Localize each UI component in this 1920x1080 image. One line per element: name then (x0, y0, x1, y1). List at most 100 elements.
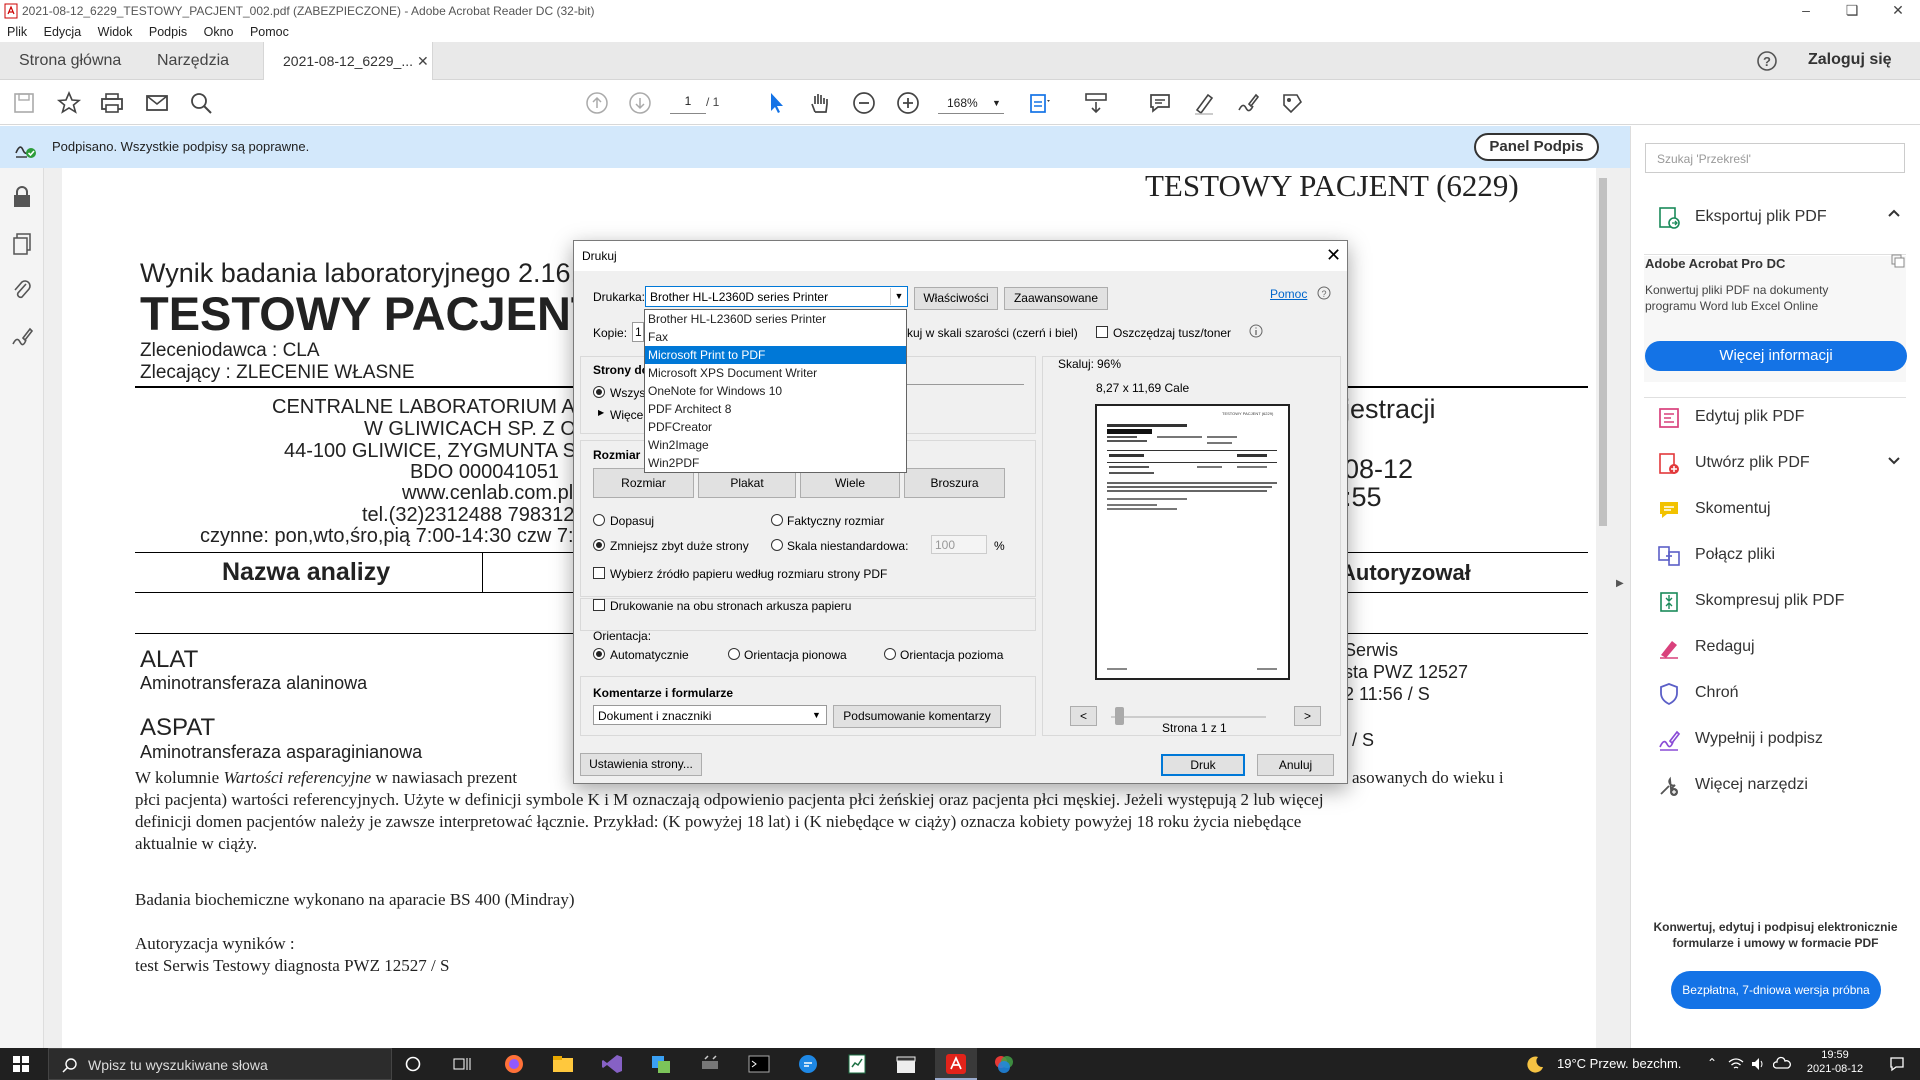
spreadsheet-icon[interactable] (846, 1053, 868, 1075)
select-cursor-icon[interactable] (763, 90, 789, 116)
chevron-up-icon[interactable] (1887, 208, 1901, 218)
tab-document[interactable]: 2021-08-12_6229_... ✕ (263, 42, 433, 81)
attachment-icon[interactable] (11, 278, 33, 302)
maximize-button[interactable]: ❏ (1829, 0, 1875, 22)
minimize-button[interactable]: – (1783, 0, 1829, 22)
page-setup-button[interactable]: Ustawienia strony... (580, 753, 702, 776)
onedrive-cloud-icon[interactable] (1773, 1056, 1791, 1072)
file-explorer-icon[interactable] (552, 1054, 574, 1074)
properties-button[interactable]: Właściwości (914, 287, 998, 310)
zoom-select[interactable]: 168% ▼ (938, 94, 1004, 114)
tab-tools[interactable]: Narzędzia (138, 42, 248, 80)
custom-scale-radio[interactable] (771, 539, 783, 551)
close-tab-icon[interactable]: ✕ (417, 42, 429, 80)
zoom-out-icon[interactable] (851, 90, 877, 116)
fill-sign-tool[interactable]: Wypełnij i podpisz (1657, 720, 1917, 760)
summarize-comments-button[interactable]: Podsumowanie komentarzy (833, 705, 1001, 728)
comments-select[interactable]: Dokument i znaczniki ▼ (593, 705, 827, 725)
menu-sign[interactable]: Podpis (149, 25, 187, 39)
comment-icon[interactable] (1147, 90, 1173, 116)
tool-app-icon[interactable] (699, 1053, 721, 1075)
expand-right-icon[interactable]: ▶ (1616, 578, 1624, 589)
login-link[interactable]: Zaloguj się (1808, 51, 1892, 69)
printer-option[interactable]: Win2Image (645, 436, 906, 454)
more-info-button[interactable]: Więcej informacji (1645, 341, 1907, 371)
print-icon[interactable] (99, 90, 125, 116)
menu-file[interactable]: Plik (7, 25, 27, 39)
comment-tool[interactable]: Skomentuj (1657, 490, 1917, 530)
printer-option[interactable]: OneNote for Windows 10 (645, 382, 906, 400)
printer-option[interactable]: Fax (645, 328, 906, 346)
shrink-radio[interactable] (593, 539, 605, 551)
menu-help[interactable]: Pomoc (250, 25, 289, 39)
compress-pdf-tool[interactable]: Skompresuj plik PDF (1657, 582, 1917, 622)
preview-slider-track[interactable] (1111, 716, 1266, 718)
volume-icon[interactable] (1750, 1056, 1766, 1072)
printer-option[interactable]: PDF Architect 8 (645, 400, 906, 418)
printer-select[interactable]: Brother HL-L2360D series Printer ▼ (645, 286, 908, 307)
combine-files-tool[interactable]: Połącz pliki (1657, 536, 1917, 576)
more-tools[interactable]: Więcej narzędzi (1657, 766, 1917, 806)
tools-search-input[interactable]: Szukaj 'Przekreśl' (1645, 143, 1905, 173)
acrobat-taskbar-button[interactable] (935, 1048, 977, 1080)
vertical-scrollbar[interactable] (1596, 168, 1610, 1048)
edit-pdf-tool[interactable]: Edytuj plik PDF (1657, 398, 1917, 438)
taskbar-clock[interactable]: 19:59 2021-08-12 (1800, 1049, 1870, 1075)
orientation-auto-radio[interactable] (593, 648, 605, 660)
search-icon[interactable] (188, 90, 214, 116)
print-button[interactable]: Druk (1161, 754, 1245, 776)
dialog-close-icon[interactable]: ✕ (1326, 245, 1341, 266)
help-link[interactable]: Pomoc (1270, 287, 1307, 301)
booklet-button[interactable]: Broszura (904, 468, 1005, 498)
protect-tool[interactable]: Chroń (1657, 674, 1917, 714)
orientation-landscape-radio[interactable] (884, 648, 896, 660)
advanced-button[interactable]: Zaawansowane (1004, 287, 1108, 310)
create-pdf-tool[interactable]: Utwórz plik PDF (1657, 444, 1917, 484)
chat-app-icon[interactable] (797, 1053, 819, 1075)
firefox-icon[interactable] (503, 1053, 525, 1075)
pages-all-radio[interactable] (593, 386, 605, 398)
fit-page-icon[interactable] (1027, 90, 1053, 116)
free-trial-button[interactable]: Bezpłatna, 7-dniowa wersja próbna (1671, 971, 1881, 1009)
lock-icon[interactable] (11, 185, 33, 209)
copies-input[interactable]: 1 (632, 322, 644, 342)
menu-edit[interactable]: Edycja (44, 25, 82, 39)
printer-option[interactable]: Brother HL-L2360D series Printer (645, 310, 906, 328)
page-number-input[interactable]: 1 (670, 94, 706, 114)
fit-radio[interactable] (593, 514, 605, 526)
page-down-icon[interactable] (627, 90, 653, 116)
network-icon[interactable] (1728, 1056, 1744, 1072)
preview-next-button[interactable]: > (1294, 706, 1321, 726)
chevron-down-icon[interactable] (1887, 456, 1901, 466)
save-ink-checkbox[interactable] (1096, 326, 1108, 338)
cancel-button[interactable]: Anuluj (1257, 754, 1334, 776)
custom-scale-input[interactable]: 100 (931, 535, 987, 554)
chevron-up-icon[interactable]: ⌃ (1707, 1056, 1717, 1070)
hand-icon[interactable] (807, 90, 833, 116)
help-icon[interactable]: ? (1756, 50, 1778, 72)
tab-home[interactable]: Strona główna (0, 42, 140, 80)
star-icon[interactable] (56, 90, 82, 116)
taskbar-search-box[interactable]: Wpisz tu wyszukiwane słowa (48, 1048, 392, 1080)
fill-sign-icon[interactable] (1235, 90, 1261, 116)
printer-option[interactable]: PDFCreator (645, 418, 906, 436)
visual-studio-icon[interactable] (601, 1053, 623, 1075)
printer-option-selected[interactable]: Microsoft Print to PDF (645, 346, 906, 364)
actual-size-radio[interactable] (771, 514, 783, 526)
printer-option[interactable]: Microsoft XPS Document Writer (645, 364, 906, 382)
email-icon[interactable] (144, 90, 170, 116)
clapperboard-icon[interactable] (895, 1053, 917, 1075)
orientation-portrait-radio[interactable] (728, 648, 740, 660)
app-window-icon[interactable] (650, 1053, 672, 1075)
preview-slider-thumb[interactable] (1115, 707, 1124, 725)
expand-triangle-icon[interactable]: ▶ (598, 408, 604, 417)
info-icon[interactable] (1249, 324, 1263, 338)
highlight-pen-icon[interactable] (1191, 90, 1217, 116)
save-icon[interactable] (11, 90, 37, 116)
printer-option[interactable]: Win2PDF (645, 454, 906, 472)
pages-thumbnail-icon[interactable] (11, 232, 33, 256)
task-view-icon[interactable] (453, 1056, 471, 1072)
page-up-icon[interactable] (584, 90, 610, 116)
copy-icon[interactable] (1891, 254, 1905, 268)
scroll-mode-icon[interactable] (1083, 90, 1109, 116)
